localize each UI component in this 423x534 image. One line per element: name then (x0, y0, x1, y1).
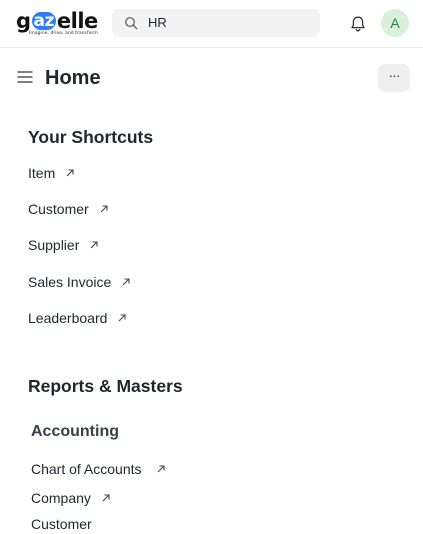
shortcut-item[interactable]: Leaderboard (28, 308, 127, 328)
shortcut-label: Sales Invoice (28, 274, 112, 290)
arrow-up-right-icon (122, 278, 130, 286)
logo-tagline: Imagine, drive, and transform (29, 31, 98, 36)
hamburger-menu-icon[interactable] (17, 69, 33, 85)
shortcut-item[interactable]: Sales Invoice (28, 272, 131, 292)
shortcut-label: Item (28, 165, 56, 181)
arrow-up-right-icon (102, 494, 110, 502)
report-link-label: Chart of Accounts (31, 461, 142, 477)
arrow-up-right-icon (157, 465, 165, 473)
search-input[interactable]: HR (148, 15, 167, 31)
shortcut-item[interactable]: Customer (28, 199, 109, 219)
shortcut-label: Leaderboard (28, 310, 108, 326)
report-link-label: Company (31, 490, 91, 506)
arrow-up-right-icon (90, 241, 98, 249)
search-bar[interactable]: HR (112, 9, 320, 37)
user-avatar[interactable]: A (381, 9, 409, 37)
logo-text-left: g (16, 9, 31, 33)
arrow-up-right-icon (66, 169, 74, 177)
logo-text-right: elle (56, 9, 98, 33)
report-link[interactable]: Customer (31, 514, 92, 534)
more-options-button[interactable]: ··· (378, 64, 410, 92)
notifications-bell-icon[interactable] (348, 14, 368, 34)
logo-wordmark: g az elle (16, 10, 98, 32)
shortcut-label: Customer (28, 201, 89, 217)
top-navbar: g az elle Imagine, drive, and transform HR… (0, 0, 423, 48)
accounting-group-title: Accounting (31, 423, 119, 440)
report-link[interactable]: Company (31, 488, 111, 508)
reports-section-title: Reports & Masters (28, 376, 183, 396)
report-link-label: Customer (31, 516, 92, 532)
shortcuts-section-title: Your Shortcuts (28, 127, 154, 147)
arrow-up-right-icon (100, 205, 108, 213)
page-title: Home (45, 67, 101, 89)
report-link[interactable]: Chart of Accounts (31, 459, 166, 479)
shortcut-label: Supplier (28, 237, 80, 253)
arrow-up-right-icon (119, 314, 126, 322)
shortcut-item[interactable]: Item (28, 163, 75, 183)
shortcut-item[interactable]: Supplier (28, 235, 99, 255)
gazelle-logo[interactable]: g az elle Imagine, drive, and transform (16, 10, 100, 38)
logo-text-az: az (31, 11, 56, 31)
search-icon (125, 17, 138, 30)
